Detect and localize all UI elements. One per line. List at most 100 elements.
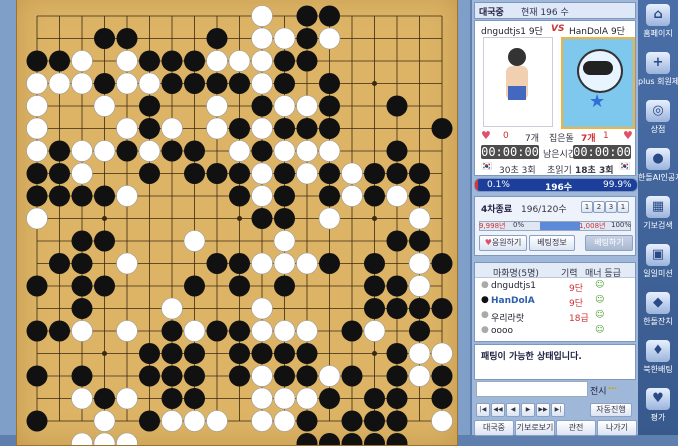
white-stone — [408, 207, 431, 230]
sidebar-label: plus 회원제 — [638, 77, 678, 86]
heart-icon: ♥ — [481, 129, 491, 142]
white-stone — [296, 140, 318, 162]
star-point — [102, 351, 107, 356]
bottom-button[interactable]: 나가기 — [597, 420, 637, 436]
list-item[interactable]: ● dngudtjs1 9단 ☺ — [475, 279, 635, 294]
sidebar-item[interactable]: ♥ 평가 — [638, 388, 678, 423]
sidebar-item[interactable]: + plus 회원제 — [638, 52, 678, 87]
byoyomi-label: 초읽기 — [547, 166, 572, 176]
sidebar-item[interactable]: ⌂ 홈페이지 — [638, 4, 678, 39]
sidebar: ⌂ 홈페이지 + plus 회원제 ◎ 상점 ● 한돌AI인공지능 ▦ 기보검색 ▣ 일일미션 ◆ 한돌잔… — [638, 0, 678, 435]
bet-info-button[interactable]: 베팅정보 — [529, 235, 575, 251]
white-stone — [431, 410, 453, 432]
nav-icon[interactable]: ▶▶ — [536, 403, 550, 417]
nav-icon[interactable]: |◀ — [476, 403, 490, 417]
black-stone — [161, 320, 183, 342]
black-stone — [94, 388, 115, 409]
tab-active[interactable]: 4차종료 — [481, 202, 512, 215]
white-stone — [71, 320, 93, 342]
black-stone — [229, 253, 250, 274]
black-stone — [206, 163, 228, 184]
black-stone — [386, 298, 408, 319]
auto-play-button[interactable]: 자동진행 — [590, 403, 632, 417]
bottom-button[interactable]: 관전 — [556, 420, 596, 436]
heart-icon: ♥ — [484, 238, 492, 247]
white-stone — [341, 162, 363, 185]
list-item[interactable]: ● oooo ☺ — [475, 324, 635, 338]
emoticon-icon[interactable]: … — [608, 382, 617, 392]
board-svg[interactable] — [17, 0, 457, 445]
black-stone — [409, 185, 430, 207]
white-stone — [273, 27, 296, 50]
sidebar-item[interactable]: ▣ 일일미션 — [638, 244, 678, 279]
cheer-button[interactable]: ♥응원하기 — [479, 235, 527, 251]
black-stone — [94, 230, 115, 252]
korea-flag-icon: 🇰🇷 — [619, 162, 631, 172]
page-button[interactable]: 2 — [593, 201, 605, 213]
sidebar-label: 한돌잔치 — [643, 317, 673, 326]
black-stone — [229, 185, 250, 207]
sidebar-item[interactable]: ◎ 상점 — [638, 100, 678, 135]
chat-input[interactable] — [476, 381, 588, 397]
black-stone — [386, 388, 408, 409]
page-button[interactable]: 1 — [617, 201, 629, 213]
black-stone — [49, 140, 70, 162]
black-stone — [274, 185, 295, 207]
right-panel: 대국중 현재 196 수 dngudtjs1 9단 VS HanDolA 9단 … — [472, 0, 638, 436]
bottom-button[interactable]: 대국중 — [474, 420, 514, 436]
page-button[interactable]: 1 — [581, 201, 593, 213]
sidebar-label: 상점 — [650, 125, 666, 134]
right-avatar[interactable]: ★ — [561, 37, 635, 129]
white-stone — [161, 117, 183, 140]
send-button[interactable]: 전시 — [590, 384, 607, 397]
black-stone — [431, 298, 453, 319]
list-item[interactable]: ● HanDolA 9단 ☺ — [475, 294, 635, 309]
list-item[interactable]: ● 우리라랏 18급 ☺ — [475, 309, 635, 324]
page-button[interactable]: 3 — [605, 201, 617, 213]
black-stone — [229, 320, 250, 342]
black-stone — [431, 253, 453, 274]
go-board[interactable] — [16, 0, 458, 446]
bottom-button[interactable]: 기보로보기 — [515, 420, 555, 436]
star-icon: ★ — [589, 91, 606, 112]
stone-icon: ● — [481, 325, 489, 335]
white-stone — [116, 50, 138, 72]
star-point — [237, 216, 242, 221]
list-header-rank: 기력 — [561, 269, 578, 279]
black-stone — [184, 365, 205, 387]
black-stone — [386, 343, 408, 364]
nav-icon[interactable]: ◀◀ — [491, 403, 505, 417]
left-avatar[interactable] — [483, 37, 553, 127]
nav-icon[interactable]: ▶| — [551, 403, 565, 417]
sidebar-item[interactable]: ◆ 한돌잔치 — [638, 292, 678, 327]
black-stone — [274, 275, 295, 297]
white-stone — [251, 365, 273, 387]
white-stone — [273, 230, 296, 252]
list-item-name: oooo — [491, 326, 514, 336]
black-stone — [139, 163, 160, 184]
black-stone — [431, 388, 453, 409]
black-stone — [386, 95, 408, 117]
sidebar-item[interactable]: ● 한돌AI인공지능 — [638, 148, 678, 183]
black-stone — [341, 320, 363, 342]
black-stone — [49, 185, 70, 207]
white-stone — [116, 387, 138, 410]
progress-right: 1,008년 — [579, 222, 606, 230]
sidebar-item[interactable]: ♦ 북한배팅 — [638, 340, 678, 375]
manner-icon: ☺ — [595, 325, 605, 335]
white-stone — [116, 185, 138, 207]
players-box: dngudtjs1 9단 VS HanDolA 9단 ★ ♥ 0 7개 집은돌 … — [474, 20, 636, 176]
white-stone — [273, 140, 296, 162]
left-captures: 0 — [503, 131, 509, 141]
sidebar-item[interactable]: ▦ 기보검색 — [638, 196, 678, 231]
white-stone — [251, 387, 273, 410]
nav-icon[interactable]: ▶ — [521, 403, 535, 417]
black-stone — [409, 163, 430, 184]
right-lost: 7개 — [581, 134, 596, 144]
black-stone — [94, 275, 115, 297]
white-stone — [341, 185, 363, 207]
nav-icon[interactable]: ◀ — [506, 403, 520, 417]
right-player-name: HanDolA 9단 — [569, 27, 625, 37]
sidebar-icon: ▣ — [646, 244, 670, 266]
progress-fill — [540, 222, 580, 230]
